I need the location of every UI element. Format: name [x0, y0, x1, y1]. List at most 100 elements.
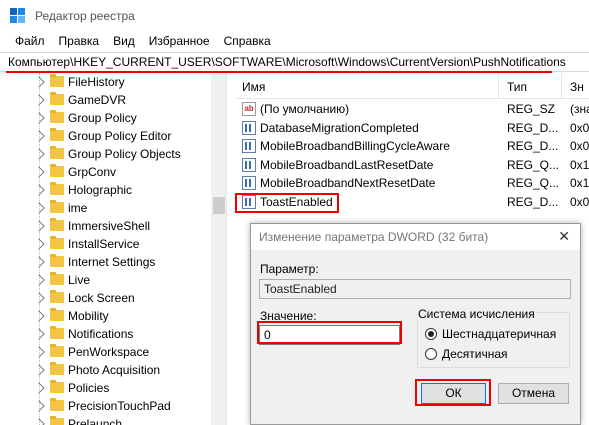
table-row[interactable]: DatabaseMigrationCompleted REG_D... 0x0 — [236, 119, 589, 137]
chevron-right-icon[interactable] — [33, 256, 45, 268]
address-bar[interactable]: Компьютер\HKEY_CURRENT_USER\SOFTWARE\Mic… — [0, 52, 589, 73]
folder-icon — [50, 362, 64, 375]
chevron-right-icon[interactable] — [33, 310, 45, 322]
chevron-right-icon[interactable] — [33, 418, 45, 425]
tree-item[interactable]: Live — [0, 271, 210, 289]
chevron-right-icon[interactable] — [33, 364, 45, 376]
column-name[interactable]: Имя — [242, 80, 265, 94]
tree-item[interactable]: Notifications — [0, 325, 210, 343]
tree-item[interactable]: Internet Settings — [0, 253, 210, 271]
pane-splitter[interactable] — [226, 73, 236, 425]
list-header: Имя Тип Зн — [236, 73, 589, 99]
tree-item[interactable]: FileHistory — [0, 73, 210, 91]
menu-help[interactable]: Справка — [217, 34, 278, 48]
tree-item[interactable]: Mobility — [0, 307, 210, 325]
tree-scroll-thumb[interactable] — [213, 197, 225, 214]
menu-favorites[interactable]: Избранное — [142, 34, 217, 48]
tree-item-label: Internet Settings — [68, 255, 156, 269]
menu-file[interactable]: Файл — [8, 34, 52, 48]
tree-item[interactable]: PenWorkspace — [0, 343, 210, 361]
chevron-right-icon[interactable] — [33, 94, 45, 106]
column-value[interactable]: Зн — [570, 80, 584, 94]
value-highlight — [257, 321, 402, 344]
menu-view[interactable]: Вид — [106, 34, 142, 48]
tree-item[interactable]: GameDVR — [0, 91, 210, 109]
tree-item[interactable]: ime — [0, 199, 210, 217]
chevron-right-icon[interactable] — [33, 112, 45, 124]
tree-item[interactable]: Group Policy — [0, 109, 210, 127]
table-row[interactable]: MobileBroadbandNextResetDate REG_Q... 0x1 — [236, 174, 589, 192]
chevron-right-icon[interactable] — [33, 292, 45, 304]
chevron-right-icon[interactable] — [33, 346, 45, 358]
title-bar: Редактор реестра — [0, 0, 589, 31]
row-value: 0x1 — [570, 176, 589, 190]
folder-icon — [50, 182, 64, 195]
tree-item-label: PrecisionTouchPad — [68, 399, 171, 413]
registry-editor-icon — [10, 8, 25, 23]
chevron-right-icon[interactable] — [33, 238, 45, 250]
cancel-button[interactable]: Отмена — [498, 383, 569, 404]
chevron-right-icon[interactable] — [33, 202, 45, 214]
row-value: 0x0 — [570, 194, 589, 209]
tree-item-label: Live — [68, 273, 91, 287]
tree-item-label: Notifications — [68, 327, 134, 341]
tree-item[interactable]: InstallService — [0, 235, 210, 253]
chevron-right-icon[interactable] — [33, 400, 45, 412]
chevron-right-icon[interactable] — [33, 130, 45, 142]
tree-item-label: InstallService — [68, 237, 140, 251]
dialog-title: Изменение параметра DWORD (32 бита) — [259, 230, 489, 244]
tree-item[interactable]: ImmersiveShell — [0, 217, 210, 235]
chevron-right-icon[interactable] — [33, 328, 45, 340]
folder-icon — [50, 218, 64, 231]
row-type: REG_Q... — [507, 176, 560, 190]
row-type: REG_D... — [507, 139, 559, 153]
row-value: 0x0 — [570, 120, 589, 135]
folder-icon — [50, 308, 64, 321]
row-name: MobileBroadbandNextResetDate — [260, 176, 436, 190]
chevron-right-icon[interactable] — [33, 166, 45, 178]
dialog-title-bar: Изменение параметра DWORD (32 бита) ✕ — [251, 224, 580, 250]
radio-dec[interactable] — [425, 348, 437, 360]
table-row[interactable]: ab (По умолчанию) REG_SZ (зна — [236, 100, 589, 118]
tree-item[interactable]: Policies — [0, 379, 210, 397]
tree-item[interactable]: Lock Screen — [0, 289, 210, 307]
tree-scrollbar[interactable] — [211, 73, 226, 425]
chevron-right-icon[interactable] — [33, 76, 45, 88]
column-type[interactable]: Тип — [507, 80, 527, 94]
chevron-right-icon[interactable] — [33, 274, 45, 286]
column-separator[interactable] — [561, 73, 562, 99]
row-name: DatabaseMigrationCompleted — [260, 120, 419, 135]
tree-item[interactable]: Photo Acquisition — [0, 361, 210, 379]
address-path[interactable]: Компьютер\HKEY_CURRENT_USER\SOFTWARE\Mic… — [8, 55, 566, 69]
tree-item-label: Group Policy — [68, 111, 137, 125]
chevron-right-icon[interactable] — [33, 148, 45, 160]
chevron-right-icon[interactable] — [33, 184, 45, 196]
toast-enabled-highlight — [235, 193, 339, 213]
tree-item-label: Prelaunch — [68, 417, 123, 425]
tree-item[interactable]: GrpConv — [0, 163, 210, 181]
binary-value-icon — [242, 176, 256, 190]
folder-icon — [50, 416, 64, 425]
tree-item[interactable]: Prelaunch — [0, 415, 210, 425]
close-icon[interactable]: ✕ — [558, 228, 570, 245]
radio-hex-label[interactable]: Шестнадцатеричная — [442, 327, 556, 341]
tree-item-label: ime — [68, 201, 88, 215]
radio-dec-label[interactable]: Десятичная — [442, 347, 508, 361]
tree-item-label: GrpConv — [68, 165, 117, 179]
tree-item[interactable]: Holographic — [0, 181, 210, 199]
string-value-icon: ab — [242, 102, 256, 116]
chevron-right-icon[interactable] — [33, 220, 45, 232]
table-row[interactable]: MobileBroadbandBillingCycleAware REG_D...… — [236, 137, 589, 155]
table-row[interactable]: MobileBroadbandLastResetDate REG_Q... 0x1 — [236, 156, 589, 174]
tree-item[interactable]: PrecisionTouchPad — [0, 397, 210, 415]
menu-edit[interactable]: Правка — [52, 34, 107, 48]
row-name: (По умолчанию) — [260, 102, 350, 116]
chevron-right-icon[interactable] — [33, 382, 45, 394]
binary-value-icon — [242, 157, 256, 172]
tree-item[interactable]: Group Policy Objects — [0, 145, 210, 163]
tree-item[interactable]: Group Policy Editor — [0, 127, 210, 145]
row-value: 0x0 — [570, 139, 589, 153]
folder-icon — [50, 164, 64, 177]
column-separator[interactable] — [498, 73, 499, 99]
radio-hex[interactable] — [425, 328, 437, 340]
